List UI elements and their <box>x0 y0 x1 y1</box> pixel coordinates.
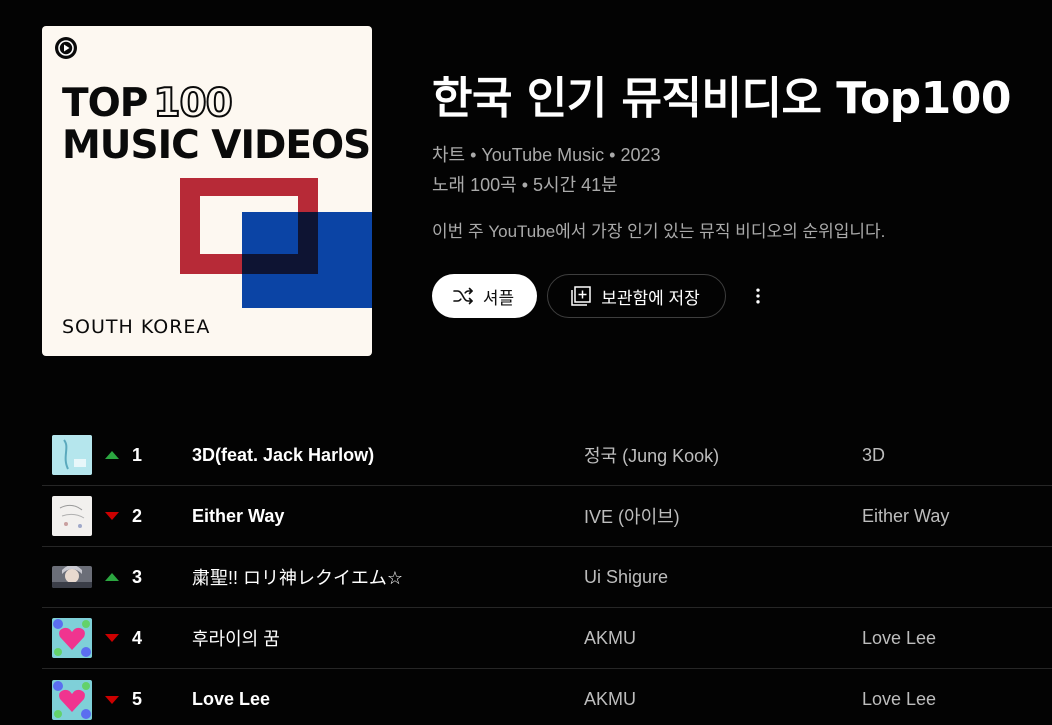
trend-up-icon <box>105 451 119 459</box>
more-vert-icon <box>756 288 760 304</box>
shuffle-label: 셔플 <box>482 288 515 308</box>
track-thumbnail[interactable] <box>52 435 92 475</box>
track-rank: 2 <box>132 505 143 526</box>
track-thumbnail[interactable] <box>52 679 92 720</box>
track-rank: 5 <box>132 689 143 709</box>
track-artist[interactable]: AKMU <box>584 628 636 649</box>
track-rank: 1 <box>132 444 143 465</box>
track-album[interactable]: Love Lee <box>862 628 936 649</box>
library-add-icon <box>571 286 591 306</box>
track-title[interactable]: Either Way <box>192 506 284 527</box>
track-thumbnail[interactable] <box>52 496 92 536</box>
cover-title-line2: MUSIC VIDEOS <box>62 122 371 168</box>
track-row[interactable]: 3 粛聖!! ロリ神レクイエム☆ Ui Shigure <box>42 547 1052 608</box>
track-album[interactable]: Love Lee <box>862 689 936 710</box>
shuffle-button[interactable]: 셔플 <box>432 274 537 318</box>
trend-down-icon <box>105 512 119 520</box>
page-title: 한국 인기 뮤직비디오 Top100 <box>432 73 1012 124</box>
playlist-description: 이번 주 YouTube에서 가장 인기 있는 뮤직 비디오의 순위입니다. <box>432 222 886 241</box>
playlist-meta-count: 노래 100곡 • 5시간 41분 <box>432 175 618 195</box>
cover-region-label: SOUTH KOREA <box>62 316 211 338</box>
track-artist[interactable]: 정국 (Jung Kook) <box>584 442 719 468</box>
track-title[interactable]: 粛聖!! ロリ神レクイエム☆ <box>192 564 403 590</box>
cover-title-word: TOP <box>62 81 148 126</box>
track-row[interactable]: 2 Either Way IVE (아이브) Either Way <box>42 486 1052 547</box>
track-title[interactable]: 3D(feat. Jack Harlow) <box>192 445 374 466</box>
playlist-cover: TOP 100 MUSIC VIDEOS SOUTH KOREA <box>42 26 372 356</box>
cover-art-squares <box>180 178 372 308</box>
track-thumbnail[interactable] <box>52 566 92 588</box>
track-list: 1 3D(feat. Jack Harlow) 정국 (Jung Kook) 3… <box>42 425 1052 725</box>
action-bar: 셔플 보관함에 저장 <box>432 274 778 318</box>
track-artist[interactable]: Ui Shigure <box>584 567 668 588</box>
trend-down-icon <box>105 634 119 642</box>
track-title[interactable]: 후라이의 꿈 <box>192 625 280 651</box>
track-album[interactable]: Either Way <box>862 506 949 527</box>
cover-title: TOP 100 MUSIC VIDEOS <box>62 81 371 168</box>
track-row[interactable]: 1 3D(feat. Jack Harlow) 정국 (Jung Kook) 3… <box>42 425 1052 486</box>
youtube-music-logo-icon <box>55 37 77 59</box>
cover-title-number: 100 <box>152 81 233 126</box>
track-artist[interactable]: IVE (아이브) <box>584 503 680 529</box>
track-row[interactable]: 4 후라이의 꿈 AKMU Love Lee <box>42 608 1052 669</box>
track-rank: 3 <box>132 566 143 587</box>
trend-up-icon <box>105 573 119 581</box>
trend-down-icon <box>105 695 119 704</box>
playlist-meta: 차트 • YouTube Music • 2023 노래 100곡 • 5시간 … <box>432 140 661 200</box>
track-rank: 4 <box>132 627 143 648</box>
more-options-button[interactable] <box>738 276 778 316</box>
save-to-library-label: 보관함에 저장 <box>601 288 700 308</box>
shuffle-icon <box>453 287 473 305</box>
save-to-library-button[interactable]: 보관함에 저장 <box>547 274 726 318</box>
track-thumbnail[interactable] <box>52 618 92 658</box>
playlist-meta-type: 차트 • YouTube Music • 2023 <box>432 145 661 165</box>
track-title[interactable]: Love Lee <box>192 689 270 710</box>
track-row[interactable]: 5 Love Lee AKMU Love Lee <box>42 669 1052 725</box>
track-album[interactable]: 3D <box>862 445 885 466</box>
track-artist[interactable]: AKMU <box>584 689 636 710</box>
playlist-page: TOP 100 MUSIC VIDEOS SOUTH KOREA 한국 인기 뮤… <box>0 0 1052 725</box>
